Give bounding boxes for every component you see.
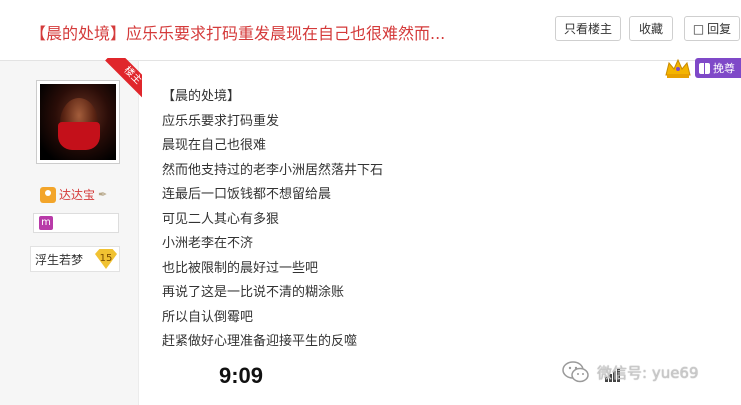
post-line: 可见二人其心有多狠 (162, 211, 280, 227)
thread-header: 【晨的处境】应乐乐要求打码重发晨现在自己也很难然而... 只看楼主 收藏 □ 回… (0, 0, 741, 61)
badge-row: m (33, 213, 119, 233)
wechat-watermark: 微信号: yue69 (561, 359, 699, 385)
status-time: 9:09 (219, 363, 264, 388)
post-line: 然而他支持过的老李小洲居然落井下石 (162, 162, 384, 178)
vip-user-icon (40, 186, 56, 203)
ribbon-label: 楼主 (105, 58, 142, 100)
reply-button-label: 回复 (707, 22, 732, 36)
speech-bubble-icon: □ (692, 21, 705, 36)
author-name-row[interactable]: 达达宝 ✒ (40, 186, 107, 203)
post-line: 应乐乐要求打码重发 (162, 113, 280, 129)
reward-label: 挽尊 (713, 62, 735, 75)
level-label: 浮生若梦 (35, 252, 84, 267)
author-name[interactable]: 达达宝 (59, 186, 95, 203)
post-line: 再说了这是一比说不清的糊涂账 (162, 285, 345, 300)
gift-icon (699, 62, 710, 74)
post-line: 【晨的处境】 (162, 89, 241, 104)
level-badge[interactable]: 浮生若梦 15 (30, 246, 120, 272)
post-line: 所以自认倒霉吧 (162, 309, 254, 325)
post-line: 也比被限制的晨好过一些吧 (162, 260, 319, 276)
post-line: 赶紧做好心理准备迎接平生的反噬 (162, 334, 358, 349)
favorite-button[interactable]: 收藏 (629, 16, 673, 41)
watermark-text: 微信号: yue69 (597, 363, 699, 382)
crown-icon (665, 58, 691, 78)
reply-button[interactable]: □ 回复 (684, 16, 740, 41)
m-badge-icon[interactable]: m (39, 216, 53, 230)
post-line: 小洲老李在不济 (162, 236, 254, 251)
thread-starter-ribbon: 楼主 (100, 58, 142, 100)
wechat-icon (562, 361, 589, 383)
only-author-button[interactable]: 只看楼主 (555, 16, 621, 41)
level-number: 15 (95, 249, 117, 269)
feather-icon: ✒ (98, 188, 108, 201)
post-body: 【晨的处境】 应乐乐要求打码重发 晨现在自己也很难 然而他支持过的老李小洲居然落… (162, 85, 383, 355)
post-line: 连最后一口饭钱都不想留给晨 (162, 187, 332, 202)
reward-button[interactable]: 挽尊 (695, 58, 741, 78)
thread-title: 【晨的处境】应乐乐要求打码重发晨现在自己也很难然而... (30, 24, 446, 43)
post-line: 晨现在自己也很难 (162, 138, 267, 153)
